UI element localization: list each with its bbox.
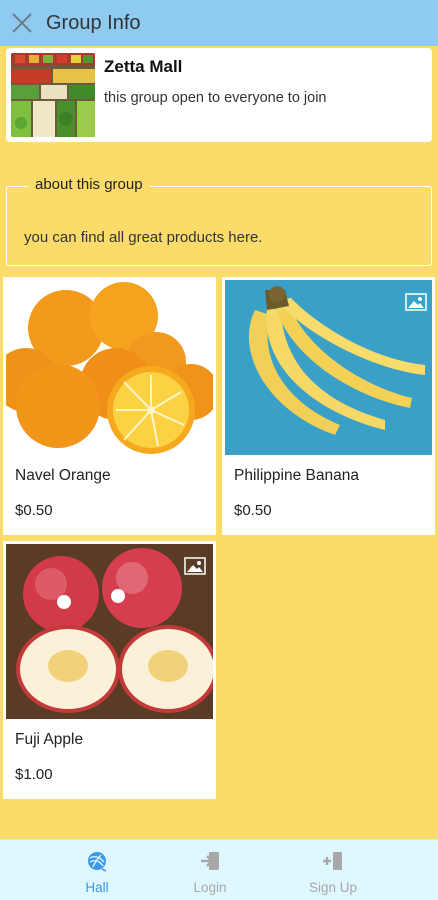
image-icon	[184, 557, 206, 575]
group-description: this group open to everyone to join	[104, 90, 327, 106]
page-title: Group Info	[46, 11, 141, 34]
nav-label: Sign Up	[308, 880, 358, 895]
product-price: $0.50	[234, 502, 272, 519]
group-card: Zetta Mall this group open to everyone t…	[6, 48, 432, 142]
nav-label: Login	[193, 880, 227, 895]
product-card-fuji-apple[interactable]: Fuji Apple $1.00	[3, 541, 216, 799]
group-name: Zetta Mall	[104, 57, 183, 76]
sign-up-icon	[323, 852, 342, 870]
product-photo	[6, 544, 213, 719]
product-price: $1.00	[15, 766, 53, 783]
yarn-ball-icon	[88, 852, 107, 872]
product-name: Philippine Banana	[234, 467, 359, 484]
bottom-navigation: Hall Login Sign Up	[0, 839, 438, 900]
top-app-bar: Group Info	[0, 0, 438, 46]
product-photo	[225, 280, 432, 455]
about-group-heading: about this group	[28, 176, 150, 193]
product-price: $0.50	[15, 502, 53, 519]
about-group-box	[6, 186, 432, 266]
nav-item-hall[interactable]: Hall	[42, 840, 152, 900]
nav-item-sign-up[interactable]: Sign Up	[278, 840, 388, 900]
product-photo	[6, 280, 213, 455]
image-icon	[405, 293, 427, 311]
close-button[interactable]	[2, 0, 42, 46]
nav-item-login[interactable]: Login	[155, 840, 265, 900]
product-card-navel-orange[interactable]: Navel Orange $0.50	[3, 277, 216, 535]
close-icon	[12, 13, 32, 33]
group-thumbnail	[11, 53, 95, 137]
login-icon	[201, 852, 219, 870]
about-group-text: you can find all great products here.	[24, 229, 263, 246]
product-name: Navel Orange	[15, 467, 111, 484]
product-name: Fuji Apple	[15, 731, 84, 748]
product-card-philippine-banana[interactable]: Philippine Banana $0.50	[222, 277, 435, 535]
nav-label: Hall	[85, 880, 109, 895]
